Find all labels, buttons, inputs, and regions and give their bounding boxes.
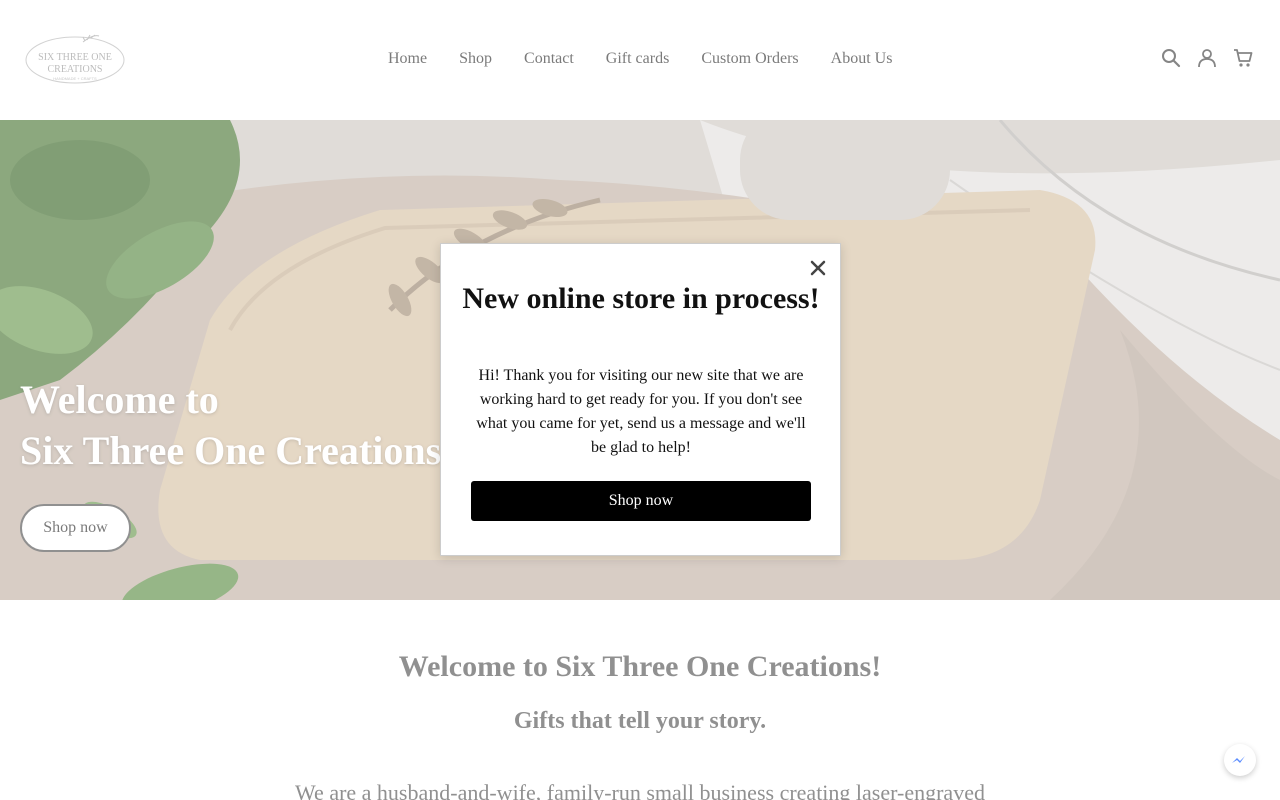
modal-shop-now-button[interactable]: Shop now xyxy=(471,481,811,521)
hero-title-line-1: Welcome to xyxy=(20,377,219,422)
account-icon[interactable] xyxy=(1196,46,1218,70)
nav-contact[interactable]: Contact xyxy=(524,48,574,70)
svg-text:SIX THREE ONE: SIX THREE ONE xyxy=(38,52,112,63)
intro-subtitle: Gifts that tell your story. xyxy=(513,708,767,734)
header-actions xyxy=(1160,46,1254,70)
modal-body: Hi! Thank you for visiting our new site … xyxy=(476,367,806,456)
nav-custom-orders[interactable]: Custom Orders xyxy=(701,48,798,70)
brand-logo[interactable]: SIX THREE ONE CREATIONS HANDMADE + CRAFT… xyxy=(25,30,125,84)
main-nav: Home Shop Contact Gift cards Custom Orde… xyxy=(388,48,924,70)
messenger-chat-button[interactable] xyxy=(1224,744,1256,776)
nav-home[interactable]: Home xyxy=(388,48,427,70)
messenger-icon xyxy=(1232,756,1245,763)
site-header: SIX THREE ONE CREATIONS HANDMADE + CRAFT… xyxy=(0,0,1280,120)
nav-gift-cards[interactable]: Gift cards xyxy=(606,48,670,70)
cart-icon[interactable] xyxy=(1232,46,1254,70)
announcement-modal: New online store in process! Hi! Thank y… xyxy=(440,243,841,556)
modal-title: New online store in process! xyxy=(462,282,820,315)
search-icon[interactable] xyxy=(1160,46,1182,70)
hero-title-line-2: Six Three One Creations xyxy=(20,428,442,473)
svg-text:HANDMADE + CRAFTS: HANDMADE + CRAFTS xyxy=(53,76,97,81)
logo-mark: SIX THREE ONE CREATIONS HANDMADE + CRAFT… xyxy=(25,34,125,84)
intro-body: We are a husband-and-wife, family-run sm… xyxy=(295,780,985,800)
hero-title: Welcome to Six Three One Creations xyxy=(20,374,441,476)
hero-shop-now-button[interactable]: Shop now xyxy=(20,504,131,552)
intro-title: Welcome to Six Three One Creations! xyxy=(398,650,882,683)
nav-shop[interactable]: Shop xyxy=(459,48,492,70)
intro-section: Welcome to Six Three One Creations! Gift… xyxy=(0,600,1280,800)
nav-about-us[interactable]: About Us xyxy=(831,48,893,70)
svg-text:CREATIONS: CREATIONS xyxy=(47,64,102,75)
